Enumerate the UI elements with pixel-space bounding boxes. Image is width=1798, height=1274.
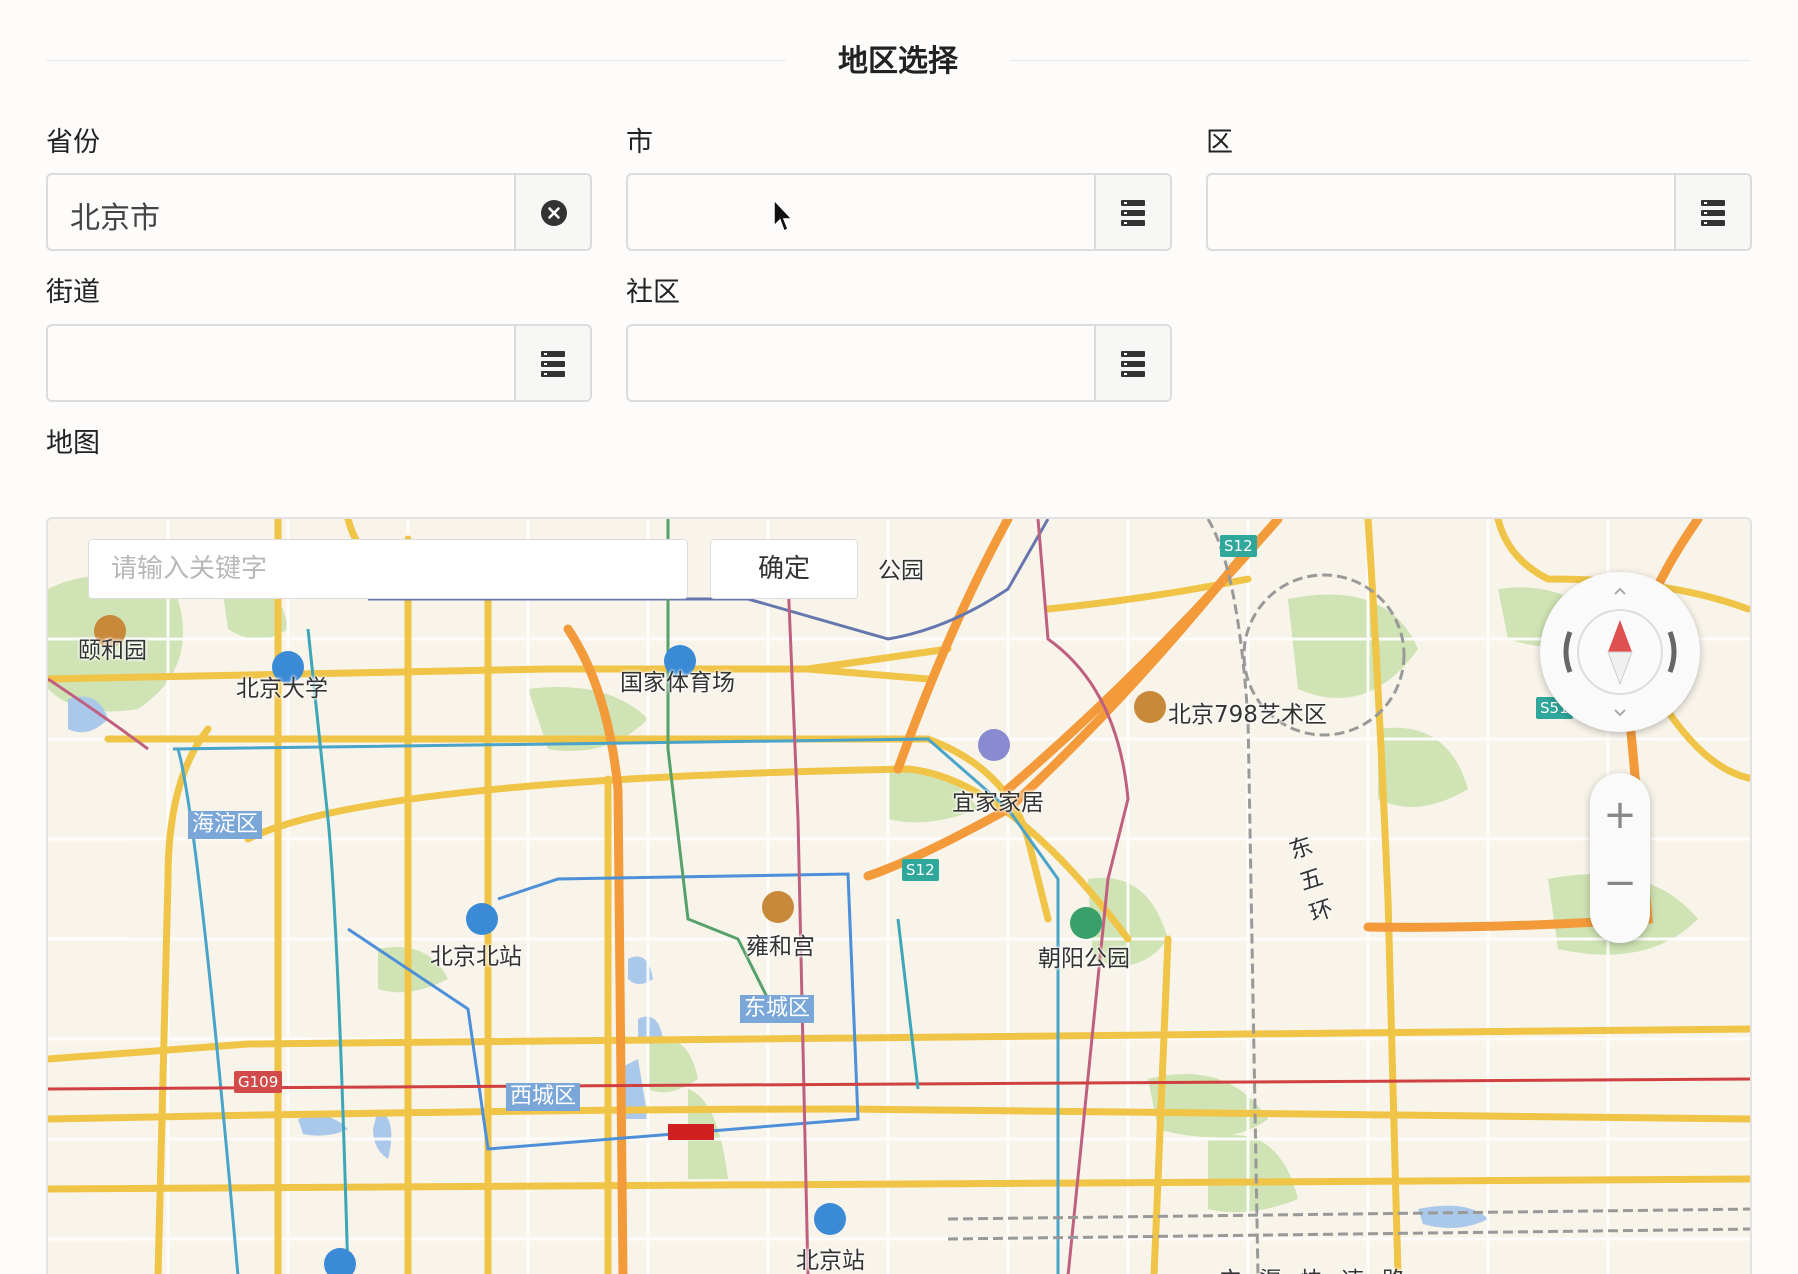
district-field[interactable] xyxy=(1206,173,1752,251)
clear-button[interactable] xyxy=(514,175,590,249)
zoom-in-button[interactable]: + xyxy=(1590,795,1650,835)
district-label: 区 xyxy=(1206,127,1233,158)
compass-icon xyxy=(1563,587,1677,717)
map-place-label: 宜家家居 xyxy=(952,790,1044,816)
city-label: 市 xyxy=(626,127,653,158)
section-title: 地区选择 xyxy=(46,22,1750,79)
map-view[interactable]: 颐和园 北京大学 国家体育场 北京798艺术区 宜家家居 北京北站 雍和宫 朝阳… xyxy=(46,517,1752,1274)
mouse-cursor-icon xyxy=(773,199,794,233)
map-search-input[interactable] xyxy=(88,539,688,599)
list-icon xyxy=(1121,351,1145,377)
province-value: 北京市 xyxy=(70,201,160,236)
street-label: 街道 xyxy=(46,277,100,308)
map-district-label: 西城区 xyxy=(506,1083,581,1111)
map-place-label: 朝阳公园 xyxy=(1038,946,1130,972)
list-icon xyxy=(1701,200,1725,226)
city-list-button[interactable] xyxy=(1094,175,1170,249)
list-icon xyxy=(1121,200,1145,226)
map-place-label: 北京站 xyxy=(796,1248,865,1274)
community-field[interactable] xyxy=(626,324,1172,402)
city-field[interactable] xyxy=(626,173,1172,251)
map-place-label: 北京北站 xyxy=(430,944,522,970)
map-place-label: 国家体育场 xyxy=(620,670,735,696)
map-place-label: 公园 xyxy=(878,558,924,584)
road-shield: S12 xyxy=(1220,535,1257,557)
street-list-button[interactable] xyxy=(514,326,590,400)
compass-control[interactable] xyxy=(1540,572,1700,732)
map-place-label: 颐和园 xyxy=(78,638,147,664)
map-place-label: 北京798艺术区 xyxy=(1168,702,1327,728)
map-canvas[interactable] xyxy=(48,519,1752,1274)
map-label: 地图 xyxy=(46,428,100,459)
road-shield: S12 xyxy=(902,859,939,881)
community-label: 社区 xyxy=(626,277,680,308)
page-title: 地区选择 xyxy=(838,44,958,79)
clear-icon xyxy=(541,200,567,226)
province-label: 省份 xyxy=(46,127,100,158)
map-district-label: 海淀区 xyxy=(188,811,263,839)
province-field[interactable]: 北京市 xyxy=(46,173,592,251)
list-icon xyxy=(541,351,565,377)
map-confirm-button[interactable]: 确定 xyxy=(710,539,858,599)
divider xyxy=(1010,60,1750,61)
street-field[interactable] xyxy=(46,324,592,402)
map-road-label: 广渠快速路 xyxy=(1218,1261,1423,1274)
district-list-button[interactable] xyxy=(1674,175,1750,249)
map-place-label: 北京大学 xyxy=(236,676,328,702)
map-place-label: 雍和宫 xyxy=(746,934,815,960)
map-district-label: 东城区 xyxy=(740,995,815,1023)
zoom-out-button[interactable]: − xyxy=(1590,863,1650,903)
zoom-control: + − xyxy=(1590,773,1650,943)
community-list-button[interactable] xyxy=(1094,326,1170,400)
road-shield: G109 xyxy=(234,1071,283,1093)
